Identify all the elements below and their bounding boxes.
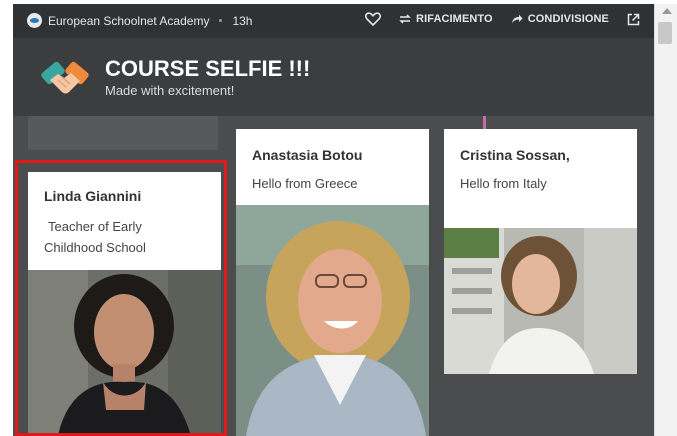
- portrait-image: [236, 205, 429, 436]
- share-label: CONDIVISIONE: [527, 13, 609, 25]
- post-card-anastasia[interactable]: Anastasia Botou Hello from Greece: [236, 129, 429, 436]
- remake-icon: [399, 14, 411, 24]
- post-time: 13h: [232, 13, 253, 28]
- page-title: COURSE SELFIE !!!: [105, 56, 311, 81]
- scrollbar[interactable]: [654, 4, 677, 436]
- remake-label: RIFACIMENTO: [416, 13, 493, 25]
- avatar: [27, 13, 42, 28]
- separator-dot: [219, 19, 223, 22]
- portrait-image: [444, 228, 637, 374]
- heart-icon: [365, 12, 382, 26]
- page-subtitle: Made with excitement!: [105, 83, 235, 98]
- post-photo[interactable]: [236, 205, 429, 436]
- post-author-name: Anastasia Botou: [252, 147, 363, 163]
- scroll-up-icon[interactable]: [662, 8, 672, 14]
- previous-post-photo: [28, 116, 218, 150]
- top-bar: European Schoolnet Academy 13h RIFACIMEN…: [13, 4, 654, 38]
- padlet-header: COURSE SELFIE !!! Made with excitement!: [13, 38, 654, 116]
- share-button[interactable]: CONDIVISIONE: [511, 13, 609, 25]
- remake-button[interactable]: RIFACIMENTO: [399, 13, 493, 25]
- post-card-cristina[interactable]: Cristina Sossan, Hello from Italy: [444, 129, 637, 374]
- open-external-button[interactable]: [627, 13, 640, 26]
- scrollbar-thumb[interactable]: [658, 22, 672, 44]
- author-name: European Schoolnet Academy: [48, 13, 210, 28]
- post-photo[interactable]: [444, 228, 637, 374]
- share-icon: [511, 14, 523, 23]
- post-author-name: Cristina Sossan,: [460, 147, 570, 163]
- like-button[interactable]: [365, 12, 382, 26]
- header-actions: RIFACIMENTO CONDIVISIONE: [365, 12, 640, 26]
- author-info[interactable]: European Schoolnet Academy 13h: [27, 13, 252, 28]
- selection-highlight: [15, 160, 227, 436]
- handshake-icon: [41, 61, 89, 94]
- post-message: Hello from Italy: [460, 176, 547, 191]
- post-message: Hello from Greece: [252, 176, 358, 191]
- open-external-icon: [627, 13, 640, 25]
